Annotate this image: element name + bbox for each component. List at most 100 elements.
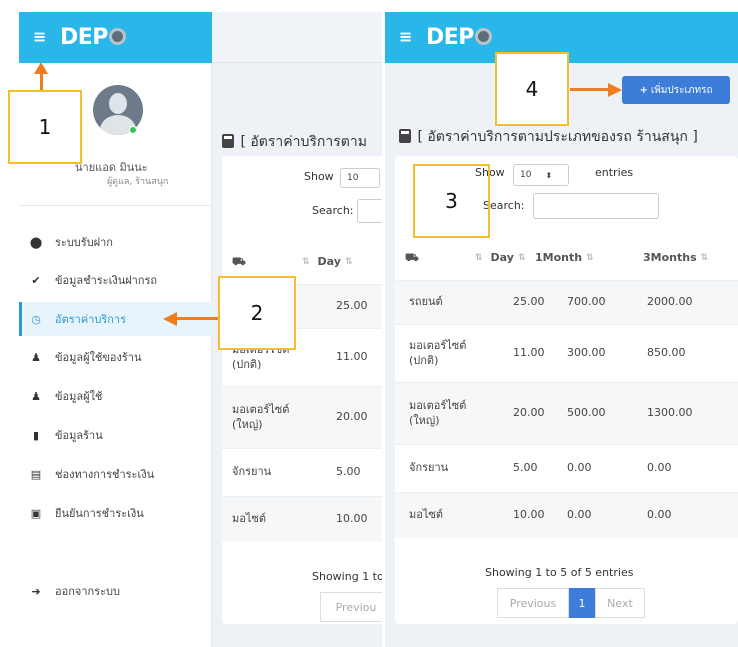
sidebar-item-payment-data[interactable]: ✔ ข้อมูลชำระเงินฝากรถ (19, 263, 212, 297)
sidebar-item-label: ยืนยันการชำระเงิน (55, 507, 144, 520)
user-role: ผู้ดูแล, ร้านสนุก (107, 177, 169, 187)
sidebar-item-label: ข้อมูลชำระเงินฝากรถ (55, 274, 158, 287)
hamburger-menu-icon[interactable]: ≡ (399, 27, 412, 46)
clock-icon: ◷ (31, 312, 41, 326)
table-row: มอไซต์ 10.00 0.00 0.00 (395, 492, 738, 538)
logout-icon: ➜ (31, 584, 41, 598)
column-header-day[interactable]: ⇅ Day ⇅ (302, 240, 352, 284)
sidebar-item-payment-channels[interactable]: ▤ ช่องทางการชำระเงิน (19, 457, 212, 491)
column-header-3months[interactable]: 3Months ⇅ (643, 236, 708, 280)
main-content: [ อัตราค่าบริการตาม Show 10 Search: ⛟ ⇅ D… (212, 63, 382, 647)
show-label: Show (304, 170, 334, 183)
annotation-label-1: 1 (8, 90, 82, 164)
cell-1month: 700.00 (567, 295, 606, 309)
plus-icon: + (639, 84, 648, 96)
sidebar-item-label: ระบบรับฝาก (55, 236, 113, 249)
table-row: จักรยาน 5.00 (222, 448, 382, 496)
table-header: ⛟ ⇅ Day ⇅ 1Month ⇅ 3Months ⇅ (395, 236, 738, 280)
rates-table-card: Show 10 Search: ⛟ ⇅Day⇅ รถยนต์ 25.00 มอเ… (222, 156, 382, 624)
sidebar-item-users[interactable]: ♟ ข้อมูลผู้ใช้ (19, 379, 212, 413)
online-status-dot (129, 126, 137, 134)
circle-icon: ⬤ (29, 235, 43, 249)
cell-type: มอไซต์ (409, 508, 443, 522)
annotation-label-3: 3 (413, 164, 490, 238)
app-logo[interactable]: DEP (426, 25, 492, 50)
page-length-select[interactable]: 10 ⬍ (513, 164, 569, 186)
sidebar-item-shop-info[interactable]: ▮ ข้อมูลร้าน (19, 418, 212, 452)
cell-day: 10.00 (513, 508, 545, 522)
top-navbar: ≡ DEP (19, 12, 212, 63)
add-button-label: เพิ่มประเภทรถ (650, 84, 713, 96)
annotation-arrow-4 (570, 88, 610, 91)
calculator-icon (222, 134, 234, 148)
search-input[interactable] (357, 199, 382, 223)
page-length-select[interactable]: 10 (340, 168, 380, 188)
add-vehicle-type-button[interactable]: + เพิ่มประเภทรถ (622, 76, 730, 104)
table-info: Showing 1 to 5 of 5 entries (485, 566, 634, 579)
cell-1month: 0.00 (567, 508, 592, 522)
sidebar-item-logout[interactable]: ➜ ออกจากระบบ (19, 574, 212, 608)
table-row: รถยนต์ 25.00 700.00 2000.00 (395, 280, 738, 324)
sidebar-item-deposit-system[interactable]: ⬤ ระบบรับฝาก (19, 225, 212, 259)
cell-type: มอเตอร์ไซต์ (ปกติ) (409, 338, 467, 367)
sidebar-item-label: ข้อมูลผู้ใช้ (55, 390, 103, 403)
annotation-label-2: 2 (218, 276, 296, 350)
sidebar-item-shop-users[interactable]: ♟ ข้อมูลผู้ใช้ของร้าน (19, 340, 212, 374)
cell-1month: 0.00 (567, 461, 592, 475)
car-icon[interactable]: ⛟ (405, 236, 419, 280)
cell-3months: 0.00 (647, 508, 672, 522)
annotation-arrowhead-4 (608, 83, 622, 97)
cell-type: มอเตอร์ไซต์ (ใหญ่) (409, 398, 467, 427)
annotation-arrowhead-2 (163, 312, 177, 326)
money-icon: ▣ (30, 506, 42, 520)
previous-page-button[interactable]: Previou (320, 592, 382, 622)
cell-day: 20.00 (336, 410, 368, 424)
page-1-button[interactable]: 1 (569, 588, 595, 618)
cell-type: จักรยาน (409, 461, 449, 475)
sidebar-item-label: ช่องทางการชำระเงิน (55, 468, 155, 481)
cell-3months: 0.00 (647, 461, 672, 475)
cell-type: รถยนต์ (409, 295, 443, 309)
check-icon: ✔ (31, 273, 41, 287)
top-navbar-right (212, 12, 382, 63)
cell-day: 5.00 (513, 461, 538, 475)
table-row: มอไซต์ 10.00 (222, 496, 382, 542)
page-title: [ อัตราค่าบริการตามประเภทของรถ ร้านสนุก … (399, 126, 698, 148)
sidebar-item-label: อัตราค่าบริการ (55, 313, 127, 326)
column-header-1month[interactable]: 1Month ⇅ (535, 236, 594, 280)
cell-3months: 850.00 (647, 346, 686, 360)
bookmark-icon: ▮ (32, 428, 40, 442)
page-title: [ อัตราค่าบริการตาม (222, 131, 367, 153)
cell-day: 11.00 (513, 346, 545, 360)
cell-3months: 2000.00 (647, 295, 693, 309)
cell-type: มอไซต์ (232, 512, 266, 526)
sidebar-item-label: ข้อมูลร้าน (55, 429, 103, 442)
annotation-arrow-1 (40, 72, 43, 90)
select-arrows-icon: ⬍ (545, 170, 553, 180)
previous-page-button[interactable]: Previous (497, 588, 569, 618)
search-input[interactable] (533, 193, 659, 219)
sidebar-item-confirm-payment[interactable]: ▣ ยืนยันการชำระเงิน (19, 496, 212, 530)
search-label: Search: (312, 204, 354, 217)
divider (19, 205, 212, 206)
table-row: มอเตอร์ไซต์ (ใหญ่) 20.00 (222, 386, 382, 448)
next-page-button[interactable]: Next (595, 588, 645, 618)
hamburger-menu-icon[interactable]: ≡ (33, 27, 46, 46)
table-info: Showing 1 to (312, 570, 382, 583)
cell-day: 25.00 (513, 295, 545, 309)
cell-day: 25.00 (336, 299, 368, 313)
cell-3months: 1300.00 (647, 406, 693, 420)
calculator-icon (399, 129, 411, 143)
app-logo[interactable]: DEP (60, 25, 126, 50)
cell-day: 11.00 (336, 350, 368, 364)
user-icon: ♟ (31, 389, 41, 403)
cell-1month: 500.00 (567, 406, 606, 420)
cell-type: จักรยาน (232, 465, 272, 479)
sidebar-item-label: ออกจากระบบ (55, 585, 120, 598)
cell-1month: 300.00 (567, 346, 606, 360)
table-row: มอเตอร์ไซต์ (ปกติ) 11.00 300.00 850.00 (395, 324, 738, 382)
column-header-day[interactable]: ⇅ Day ⇅ (475, 236, 525, 280)
cell-day: 5.00 (336, 465, 361, 479)
table-row: จักรยาน 5.00 0.00 0.00 (395, 444, 738, 492)
table-row: มอเตอร์ไซต์ (ใหญ่) 20.00 500.00 1300.00 (395, 382, 738, 444)
